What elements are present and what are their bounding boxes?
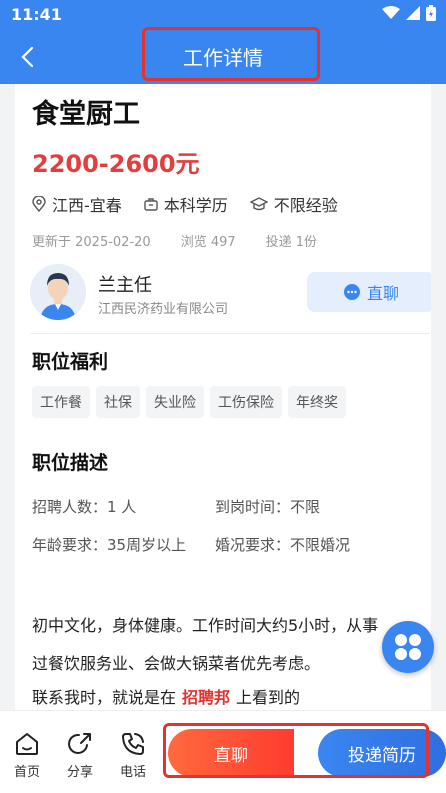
graduation-cap-icon: [249, 197, 268, 211]
job-title: 食堂厨工: [32, 99, 140, 130]
chat-bubble-icon: [343, 284, 360, 300]
job-salary: 2200-2600元: [32, 150, 200, 178]
job-education-text: 本科学历: [163, 196, 228, 215]
recruiter-company: 江西民济药业有限公司: [98, 302, 229, 317]
action-highlight-box: [163, 723, 429, 778]
share-icon: [68, 733, 91, 754]
grid-icon: [395, 634, 421, 660]
status-icons: [382, 5, 436, 21]
job-stats: 更新于 2025-02-20 浏览 497 投递 1份: [32, 231, 347, 250]
benefit-tag: 失业险: [146, 386, 204, 418]
benefit-tag: 社保: [96, 386, 140, 418]
wifi-icon: [382, 6, 400, 19]
description-title: 职位描述: [32, 452, 109, 474]
signal-icon: [406, 6, 420, 20]
age-requirement: 年龄要求：35周岁以上: [32, 536, 187, 554]
job-education: 本科学历: [144, 192, 228, 216]
battery-icon: [426, 5, 436, 21]
phone-icon: [122, 733, 144, 755]
tab-home-label: 首页: [13, 765, 40, 780]
status-time: 11:41: [11, 5, 62, 24]
job-detail-card: 食堂厨工 2200-2600元 江西-宜春 本科学历 不限经验 更新于 2025…: [15, 84, 431, 710]
job-location: 江西-宜春: [32, 192, 122, 216]
tab-home[interactable]: 首页: [7, 731, 47, 780]
status-bar: 11:41: [0, 0, 446, 30]
recruiter-section: 兰主任 江西民济药业有限公司 直聊: [30, 262, 431, 334]
title-highlight-box: [142, 27, 320, 81]
view-count: 浏览 497: [180, 235, 236, 250]
benefit-tags: 工作餐 社保 失业险 工伤保险 年终奖: [32, 386, 352, 418]
tab-phone[interactable]: 电话: [113, 731, 153, 780]
tab-phone-label: 电话: [119, 765, 146, 780]
brand-name: 招聘邦: [182, 688, 231, 707]
recruiter-avatar-icon: [30, 264, 86, 320]
job-experience: 不限经验: [249, 192, 338, 216]
application-count: 投递 1份: [265, 235, 318, 250]
description-line-1: 初中文化，身体健康。工作时间大约5小时，从事: [32, 616, 379, 635]
briefcase-icon: [144, 198, 158, 211]
updated-date: 更新于 2025-02-20: [32, 235, 151, 250]
start-time: 到岗时间：不限: [215, 498, 321, 516]
job-meta-row: 江西-宜春 本科学历 不限经验: [32, 192, 360, 216]
recruiter-chat-button[interactable]: 直聊: [307, 272, 431, 312]
tab-share-label: 分享: [66, 765, 93, 780]
contact-note: 联系我时，就说是在 招聘邦 上看到的: [32, 684, 300, 708]
headcount: 招聘人数：1 人: [32, 498, 137, 516]
marital-requirement: 婚况要求：不限婚况: [215, 536, 351, 554]
benefit-tag: 年终奖: [288, 386, 346, 418]
description-line-2: 过餐饮服务业、会做大锅菜者优先考虑。: [32, 654, 321, 673]
job-location-text: 江西-宜春: [52, 196, 122, 215]
location-pin-icon: [32, 196, 46, 212]
benefits-title: 职位福利: [32, 351, 109, 373]
benefit-tag: 工伤保险: [210, 386, 282, 418]
floating-menu-button[interactable]: [382, 621, 434, 673]
job-experience-text: 不限经验: [273, 196, 338, 215]
avatar: [30, 264, 86, 320]
home-icon: [16, 733, 38, 755]
recruiter-chat-label: 直聊: [366, 284, 399, 303]
tab-share[interactable]: 分享: [60, 731, 100, 780]
contact-prefix: 联系我时，就说是在: [32, 688, 177, 707]
recruiter-name: 兰主任: [98, 275, 152, 296]
contact-suffix: 上看到的: [236, 688, 301, 707]
benefit-tag: 工作餐: [32, 386, 90, 418]
